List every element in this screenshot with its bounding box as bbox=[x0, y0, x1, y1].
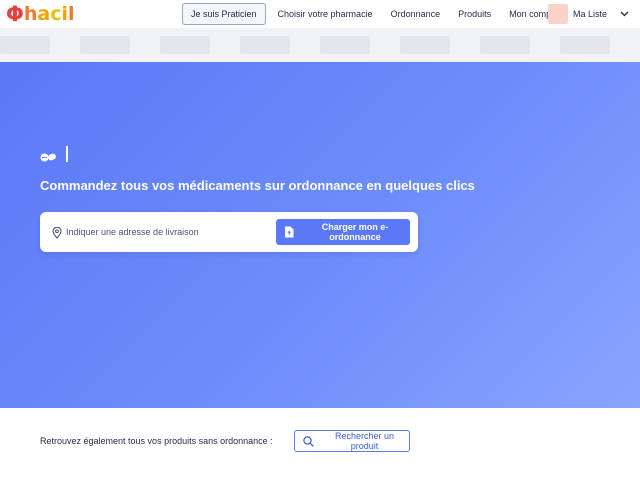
search-product-label: Rechercher un produit bbox=[334, 431, 395, 451]
nav-link-ordonnance[interactable]: Ordonnance bbox=[387, 9, 445, 19]
search-product-button[interactable]: Rechercher un produit bbox=[294, 430, 410, 452]
top-header: Φ h a c i l Je suis Praticien Choisir vo… bbox=[0, 0, 640, 28]
logo-letter: h bbox=[23, 3, 38, 25]
practitioner-button[interactable]: Je suis Praticien bbox=[182, 3, 266, 25]
ma-liste-menu[interactable]: Ma Liste bbox=[548, 4, 629, 24]
chevron-down-icon[interactable] bbox=[619, 9, 629, 19]
logo-phi: Φ bbox=[6, 2, 24, 26]
otc-products-bar: Retrouvez également tous vos produits sa… bbox=[0, 408, 640, 480]
otc-text: Retrouvez également tous vos produits sa… bbox=[40, 436, 273, 446]
ma-liste-label: Ma Liste bbox=[573, 9, 608, 19]
file-upload-icon bbox=[284, 226, 294, 238]
category-placeholder[interactable] bbox=[160, 36, 210, 54]
logo-letter: l bbox=[68, 3, 75, 25]
location-pin-icon bbox=[52, 226, 62, 239]
pills-icon bbox=[40, 150, 56, 162]
search-icon bbox=[303, 435, 314, 447]
category-placeholder[interactable] bbox=[400, 36, 450, 54]
category-placeholder[interactable] bbox=[240, 36, 290, 54]
address-field[interactable] bbox=[46, 218, 310, 246]
nav-link-pharmacie[interactable]: Choisir votre pharmacie bbox=[274, 9, 377, 19]
category-placeholder[interactable] bbox=[480, 36, 530, 54]
category-placeholder[interactable] bbox=[80, 36, 130, 54]
avatar bbox=[548, 4, 568, 24]
main-nav: Je suis Praticien Choisir votre pharmaci… bbox=[182, 3, 563, 25]
upload-prescription-button[interactable]: Charger mon e-ordonnance bbox=[276, 219, 410, 245]
category-bar bbox=[0, 28, 640, 62]
hero-section: Commandez tous vos médicaments sur ordon… bbox=[0, 62, 640, 408]
hero-headline: Commandez tous vos médicaments sur ordon… bbox=[40, 178, 475, 193]
category-placeholder[interactable] bbox=[320, 36, 370, 54]
logo-letter: a bbox=[37, 3, 51, 25]
nav-link-produits[interactable]: Produits bbox=[454, 9, 495, 19]
upload-label: Charger mon e-ordonnance bbox=[321, 222, 389, 242]
address-input[interactable] bbox=[66, 227, 296, 237]
logo-letter: c bbox=[50, 3, 62, 25]
category-placeholder[interactable] bbox=[560, 36, 610, 54]
category-placeholder[interactable] bbox=[0, 36, 50, 54]
phacil-logo[interactable]: Φ h a c i l bbox=[6, 2, 75, 26]
typing-caret bbox=[66, 146, 68, 162]
prescription-search-box: Charger mon e-ordonnance bbox=[40, 212, 418, 252]
